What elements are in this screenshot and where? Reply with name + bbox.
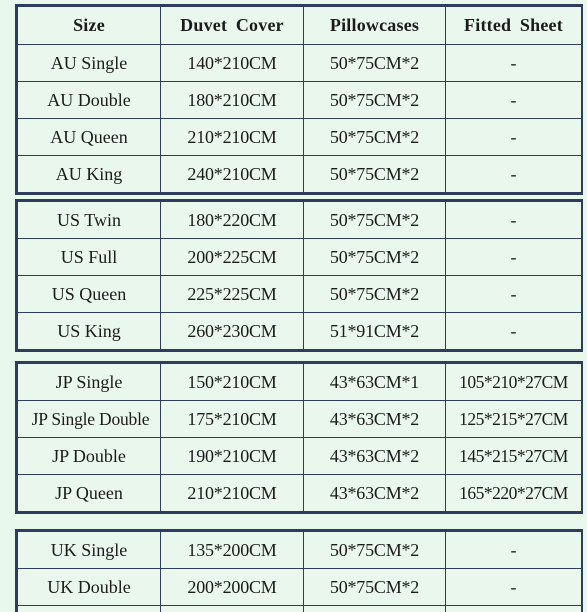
cell-size: UK Single (17, 531, 161, 569)
cell-size: US Twin (17, 201, 161, 239)
table-uk: UK Single 135*200CM 50*75CM*2 - UK Doubl… (17, 531, 582, 612)
cell-duvet-cover: 175*210CM (160, 400, 304, 438)
cell-fitted-sheet: 165*220*27CM (445, 474, 582, 512)
column-header-fitted-sheet: Fitted Sheet (445, 6, 582, 45)
size-table-us: US Twin 180*220CM 50*75CM*2 - US Full 20… (15, 199, 583, 352)
cell-size (17, 605, 161, 612)
cell-size: UK Double (17, 568, 161, 606)
cell-size: US Queen (17, 275, 161, 313)
table-row: AU Single 140*210CM 50*75CM*2 - (17, 44, 582, 82)
cell-fitted-sheet: - (445, 44, 582, 82)
cell-fitted-sheet: - (445, 238, 582, 276)
cell-pillowcases: 43*63CM*2 (303, 437, 446, 475)
cell-duvet-cover: 200*225CM (160, 238, 304, 276)
cell-pillowcases: 50*75CM*2 (303, 275, 446, 313)
table-row: US Twin 180*220CM 50*75CM*2 - (17, 201, 582, 239)
table-body-au: AU Single 140*210CM 50*75CM*2 - AU Doubl… (17, 44, 582, 193)
cell-pillowcases: 50*75CM*2 (303, 44, 446, 82)
cell-fitted-sheet: - (445, 81, 582, 119)
cell-duvet-cover: 180*220CM (160, 201, 304, 239)
column-header-pillowcases: Pillowcases (303, 6, 446, 45)
cell-pillowcases: 51*91CM*2 (303, 312, 446, 350)
size-table-uk: UK Single 135*200CM 50*75CM*2 - UK Doubl… (15, 529, 583, 612)
table-row: AU King 240*210CM 50*75CM*2 - (17, 155, 582, 193)
cell-pillowcases: 50*75CM*2 (303, 155, 446, 193)
cell-fitted-sheet: - (445, 568, 582, 606)
cell-duvet-cover: 260*230CM (160, 312, 304, 350)
table-row: UK Single 135*200CM 50*75CM*2 - (17, 531, 582, 569)
table-row: AU Double 180*210CM 50*75CM*2 - (17, 81, 582, 119)
cell-size: AU Queen (17, 118, 161, 156)
cell-size: AU King (17, 155, 161, 193)
column-header-duvet-cover: Duvet Cover (160, 6, 304, 45)
table-row: JP Single 150*210CM 43*63CM*1 105*210*27… (17, 363, 582, 401)
cell-fitted-sheet (445, 605, 582, 612)
cell-pillowcases: 50*75CM*2 (303, 201, 446, 239)
table-row: JP Single Double 175*210CM 43*63CM*2 125… (17, 400, 582, 438)
cell-duvet-cover (160, 605, 304, 612)
table-row: JP Double 190*210CM 43*63CM*2 145*215*27… (17, 437, 582, 475)
cell-fitted-sheet: - (445, 201, 582, 239)
cell-duvet-cover: 240*210CM (160, 155, 304, 193)
cell-size: AU Single (17, 44, 161, 82)
cell-size: JP Double (17, 437, 161, 475)
cell-fitted-sheet: - (445, 118, 582, 156)
table-us: US Twin 180*220CM 50*75CM*2 - US Full 20… (17, 201, 582, 350)
cell-duvet-cover: 140*210CM (160, 44, 304, 82)
cell-size: AU Double (17, 81, 161, 119)
cell-fitted-sheet: 105*210*27CM (445, 363, 582, 401)
cell-pillowcases: 43*63CM*2 (303, 400, 446, 438)
table-row: US Full 200*225CM 50*75CM*2 - (17, 238, 582, 276)
cell-fitted-sheet: - (445, 155, 582, 193)
table-row: UK Double 200*200CM 50*75CM*2 - (17, 568, 582, 606)
cell-duvet-cover: 200*200CM (160, 568, 304, 606)
cell-duvet-cover: 210*210CM (160, 474, 304, 512)
cell-pillowcases: 50*75CM*2 (303, 118, 446, 156)
cell-pillowcases: 50*75CM*2 (303, 531, 446, 569)
table-row: US Queen 225*225CM 50*75CM*2 - (17, 275, 582, 313)
size-table-jp: JP Single 150*210CM 43*63CM*1 105*210*27… (15, 361, 583, 514)
cell-pillowcases (303, 605, 446, 612)
cell-pillowcases: 50*75CM*2 (303, 568, 446, 606)
cell-fitted-sheet: - (445, 312, 582, 350)
table-row-partial (17, 605, 582, 612)
cell-pillowcases: 43*63CM*2 (303, 474, 446, 512)
size-table-au: Size Duvet Cover Pillowcases Fitted Shee… (15, 4, 583, 195)
cell-pillowcases: 50*75CM*2 (303, 238, 446, 276)
table-body-uk: UK Single 135*200CM 50*75CM*2 - UK Doubl… (17, 531, 582, 612)
table-jp: JP Single 150*210CM 43*63CM*1 105*210*27… (17, 363, 582, 512)
table-header: Size Duvet Cover Pillowcases Fitted Shee… (17, 6, 582, 45)
table-row: US King 260*230CM 51*91CM*2 - (17, 312, 582, 350)
cell-duvet-cover: 190*210CM (160, 437, 304, 475)
cell-duvet-cover: 180*210CM (160, 81, 304, 119)
cell-fitted-sheet: - (445, 531, 582, 569)
cell-duvet-cover: 150*210CM (160, 363, 304, 401)
cell-fitted-sheet: 145*215*27CM (445, 437, 582, 475)
cell-size: US King (17, 312, 161, 350)
cell-size: JP Single (17, 363, 161, 401)
table-row: AU Queen 210*210CM 50*75CM*2 - (17, 118, 582, 156)
table-body-jp: JP Single 150*210CM 43*63CM*1 105*210*27… (17, 363, 582, 512)
cell-duvet-cover: 135*200CM (160, 531, 304, 569)
cell-size: JP Queen (17, 474, 161, 512)
cell-pillowcases: 43*63CM*1 (303, 363, 446, 401)
cell-duvet-cover: 225*225CM (160, 275, 304, 313)
cell-fitted-sheet: 125*215*27CM (445, 400, 582, 438)
column-header-size: Size (17, 6, 161, 45)
table-row: JP Queen 210*210CM 43*63CM*2 165*220*27C… (17, 474, 582, 512)
cell-fitted-sheet: - (445, 275, 582, 313)
cell-size: US Full (17, 238, 161, 276)
cell-pillowcases: 50*75CM*2 (303, 81, 446, 119)
table-body-us: US Twin 180*220CM 50*75CM*2 - US Full 20… (17, 201, 582, 350)
size-chart-page: Size Duvet Cover Pillowcases Fitted Shee… (0, 0, 587, 612)
cell-duvet-cover: 210*210CM (160, 118, 304, 156)
table-au: Size Duvet Cover Pillowcases Fitted Shee… (17, 6, 582, 193)
cell-size: JP Single Double (17, 400, 161, 438)
header-row: Size Duvet Cover Pillowcases Fitted Shee… (17, 6, 582, 45)
